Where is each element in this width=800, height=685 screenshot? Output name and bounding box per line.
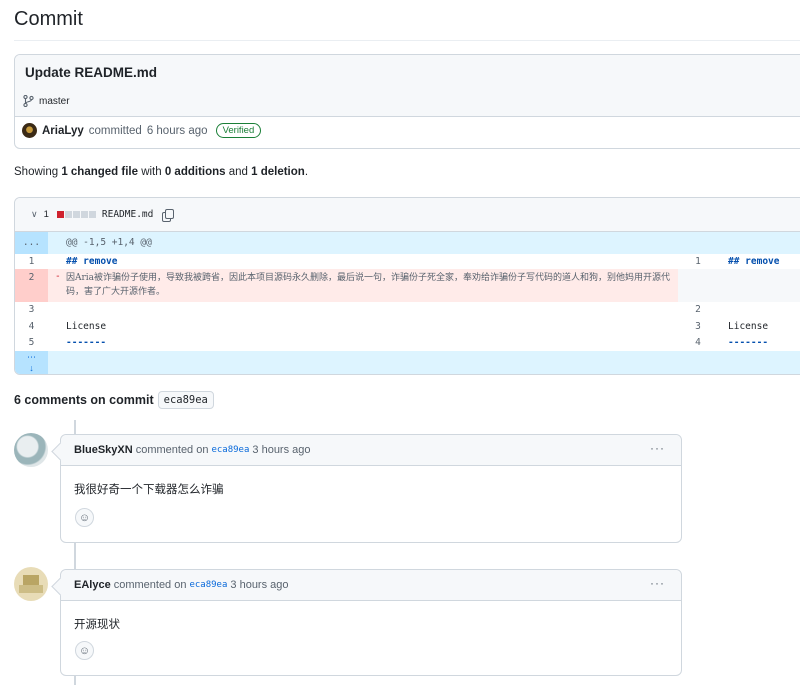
- line-number[interactable]: 2: [678, 302, 718, 318]
- diffstat-neutral-block: [80, 211, 88, 218]
- diffstat-neutral-block: [88, 211, 96, 218]
- copy-icon[interactable]: [162, 208, 175, 222]
- expand-row: ⋯ ↓: [15, 351, 800, 374]
- page-title: Commit: [14, 8, 83, 30]
- avatar-shape: [19, 585, 43, 593]
- summary-suffix: .: [304, 166, 309, 178]
- divider: [14, 40, 800, 41]
- commit-sha[interactable]: eca89ea: [157, 391, 214, 409]
- branch-label[interactable]: master: [23, 95, 70, 107]
- summary-and: and: [225, 166, 252, 178]
- diff-line: 5 ------- 4 -------: [15, 335, 800, 351]
- line-number[interactable]: 4: [678, 335, 718, 351]
- commit-time[interactable]: 6 hours ago: [147, 125, 208, 137]
- expand-up-button[interactable]: ...: [15, 232, 48, 254]
- comments-heading: 6 comments on commit eca89ea: [14, 391, 214, 409]
- commit-action: committed: [88, 124, 142, 137]
- diff-code: -------: [66, 337, 107, 348]
- comment-body: 开源现状: [74, 619, 120, 631]
- diff-line: 3 2: [15, 302, 800, 318]
- comment-author[interactable]: EAlyce: [74, 579, 111, 591]
- author-link[interactable]: AriaLyy: [42, 125, 84, 137]
- hunk-header: @@ -1,5 +1,4 @@: [66, 237, 152, 248]
- comment-verb: commented on: [113, 579, 187, 591]
- comment-body: 我很好奇一个下载器怎么诈骗: [74, 484, 224, 496]
- diffstat-deleted-block: [56, 211, 64, 218]
- hunk-header-row: ... @@ -1,5 +1,4 @@: [15, 232, 800, 254]
- commit-message: Update README.md: [25, 65, 158, 80]
- diff-code: License: [728, 321, 769, 332]
- diff-code: License: [66, 321, 107, 332]
- comment-commit-sha[interactable]: eca89ea: [189, 580, 227, 590]
- commit-meta: AriaLyy committed 6 hours ago Verified: [22, 123, 262, 138]
- chevron-down-icon[interactable]: ∨: [31, 209, 38, 220]
- comment-verb: commented on: [135, 444, 209, 456]
- deletions-count: 1 deletion: [251, 166, 305, 178]
- diff-code: -------: [728, 337, 769, 348]
- line-number[interactable]: 5: [15, 335, 48, 351]
- kebab-menu-icon[interactable]: ···: [650, 442, 665, 454]
- summary-prefix: Showing: [14, 166, 62, 178]
- line-number[interactable]: 1: [678, 254, 718, 269]
- kebab-menu-icon[interactable]: ···: [650, 577, 665, 589]
- line-number[interactable]: 3: [678, 319, 718, 335]
- summary-with: with: [138, 166, 165, 178]
- diff-code: ## remove: [728, 256, 780, 267]
- verified-badge[interactable]: Verified: [215, 123, 262, 138]
- comment-commit-sha[interactable]: eca89ea: [211, 445, 249, 455]
- additions-count: 0 additions: [164, 166, 226, 178]
- diff-code: ## remove: [66, 256, 118, 267]
- avatar[interactable]: [14, 433, 48, 467]
- comment-header: BlueSkyXN commented on eca89ea 3 hours a…: [61, 435, 681, 466]
- comment-time[interactable]: 3 hours ago: [252, 444, 310, 456]
- expand-down-icon[interactable]: ⋯ ↓: [15, 351, 48, 374]
- diff-line: 4 License 3 License: [15, 319, 800, 335]
- comment-time[interactable]: 3 hours ago: [230, 579, 288, 591]
- add-reaction-icon[interactable]: ☺: [75, 508, 94, 527]
- add-reaction-icon[interactable]: ☺: [75, 641, 94, 660]
- line-number[interactable]: 4: [15, 319, 48, 335]
- commit-box: Update README.md master AriaLyy committe…: [14, 54, 800, 149]
- avatar[interactable]: [22, 123, 37, 138]
- comments-heading-text: 6 comments on commit: [14, 393, 154, 407]
- git-branch-icon: [23, 95, 34, 107]
- diffstat-neutral-block: [64, 211, 72, 218]
- diff-line: 1 ## remove 1 ## remove: [15, 254, 800, 269]
- diff-line-deleted: 2 - 因Aria被诈骗份子使用，导致我被跨省，因此本项目源码永久删除，最后说一…: [15, 269, 800, 302]
- diffstat-neutral-block: [72, 211, 80, 218]
- comment: BlueSkyXN commented on eca89ea 3 hours a…: [60, 434, 682, 543]
- avatar[interactable]: [14, 567, 48, 601]
- file-name-link[interactable]: README.md: [102, 209, 153, 220]
- line-number[interactable]: 3: [15, 302, 48, 318]
- comment-author[interactable]: BlueSkyXN: [74, 444, 133, 456]
- diff-summary: Showing 1 changed file with 0 additions …: [14, 166, 308, 178]
- empty-right-side: [678, 269, 800, 302]
- file-header: ∨ 1 README.md: [15, 198, 800, 232]
- commit-header: Update README.md master: [15, 55, 800, 117]
- diffstat: [56, 211, 96, 218]
- line-number[interactable]: 2: [15, 271, 48, 285]
- file-diff: ∨ 1 README.md ... @@ -1,5 +1,4 @@ 1 ## r…: [14, 197, 800, 375]
- deletion-marker: -: [55, 271, 61, 282]
- changed-files-count[interactable]: 1 changed file: [61, 166, 138, 178]
- comment-header: EAlyce commented on eca89ea 3 hours ago …: [61, 570, 681, 601]
- branch-name: master: [39, 95, 70, 107]
- diff-code: 因Aria被诈骗份子使用，导致我被跨省，因此本项目源码永久删除，最后说一句，诈骗…: [66, 273, 671, 297]
- line-number[interactable]: 1: [15, 254, 48, 269]
- diff-change-count: 1: [43, 209, 49, 220]
- comment: EAlyce commented on eca89ea 3 hours ago …: [60, 569, 682, 676]
